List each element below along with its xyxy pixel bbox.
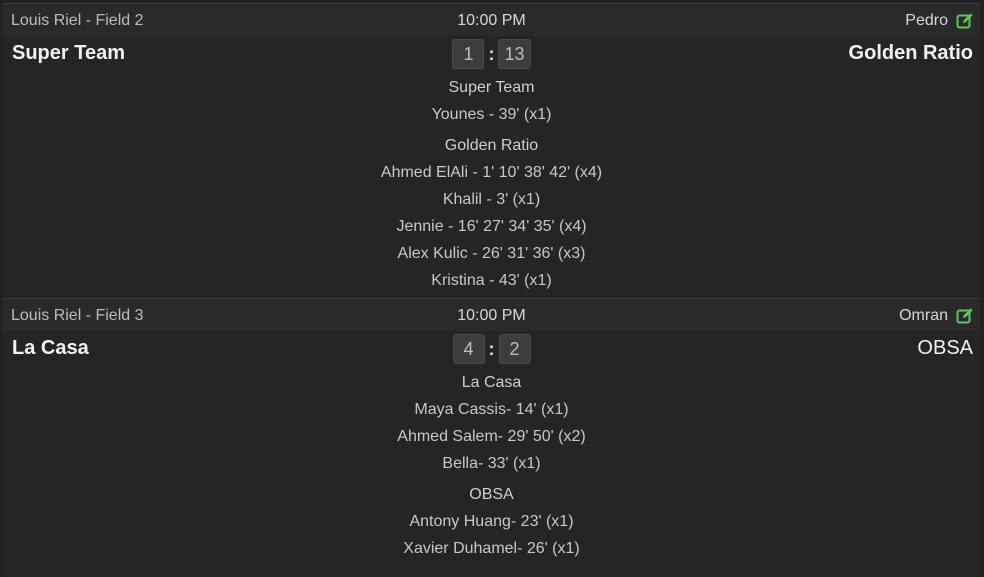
score-separator: : bbox=[488, 338, 495, 359]
home-score[interactable]: 1 bbox=[452, 39, 485, 69]
scorer-entry: Ahmed ElAli - 1' 10' 38' 42' (x4) bbox=[380, 164, 603, 181]
scorer-entry: Antony Huang- 23' (x1) bbox=[409, 513, 574, 530]
edit-icon[interactable] bbox=[956, 307, 974, 325]
scorer-entry: Maya Cassis- 14' (x1) bbox=[414, 401, 569, 418]
scorers-team-name: La Casa bbox=[461, 374, 522, 391]
scorer-entry: Jennie - 16' 27' 34' 35' (x4) bbox=[396, 218, 587, 235]
score-separator: : bbox=[488, 43, 495, 64]
game-time: 10:00 PM bbox=[457, 12, 526, 29]
referee-name: Omran bbox=[899, 307, 948, 324]
home-scorers: Super Team Younes - 39' (x1) bbox=[3, 74, 980, 128]
scorers: Super Team Younes - 39' (x1) Golden Rati… bbox=[3, 74, 980, 298]
home-score[interactable]: 4 bbox=[452, 334, 485, 364]
score: 1 : 13 bbox=[3, 39, 980, 69]
scorer-entry: Alex Kulic - 26' 31' 36' (x3) bbox=[397, 245, 586, 262]
scorer-entry: Khalil - 3' (x1) bbox=[442, 191, 541, 208]
away-scorers: Golden Ratio Ahmed ElAli - 1' 10' 38' 42… bbox=[3, 132, 980, 294]
scorer-entry: Xavier Duhamel- 26' (x1) bbox=[403, 540, 580, 557]
scorer-entry: Younes - 39' (x1) bbox=[431, 106, 552, 123]
game-time: 10:00 PM bbox=[457, 307, 526, 324]
away-score[interactable]: 2 bbox=[498, 334, 531, 364]
home-scorers: La Casa Maya Cassis- 14' (x1) Ahmed Sale… bbox=[3, 369, 980, 477]
referee: Pedro bbox=[905, 12, 974, 30]
scorers-team-name: OBSA bbox=[469, 486, 514, 503]
referee: Omran bbox=[899, 307, 974, 325]
score: 4 : 2 bbox=[3, 334, 980, 364]
scorer-entry: Kristina - 43' (x1) bbox=[431, 272, 552, 289]
game-card: Louis Riel - Field 3 10:00 PM Omran La C… bbox=[3, 298, 980, 577]
scorer-entry: Ahmed Salem- 29' 50' (x2) bbox=[397, 428, 586, 445]
edit-icon[interactable] bbox=[956, 12, 974, 30]
referee-name: Pedro bbox=[905, 12, 948, 29]
scorers: La Casa Maya Cassis- 14' (x1) Ahmed Sale… bbox=[3, 369, 980, 566]
game-card: Louis Riel - Field 2 10:00 PM Pedro Supe… bbox=[3, 3, 980, 297]
away-scorers: OBSA Antony Huang- 23' (x1) Xavier Duham… bbox=[3, 481, 980, 562]
scorers-team-name: Golden Ratio bbox=[444, 137, 539, 154]
away-score[interactable]: 13 bbox=[498, 39, 531, 69]
scorer-entry: Bella- 33' (x1) bbox=[442, 455, 541, 472]
games-board: Louis Riel - Field 2 10:00 PM Pedro Supe… bbox=[0, 0, 984, 577]
scorers-team-name: Super Team bbox=[448, 79, 535, 96]
